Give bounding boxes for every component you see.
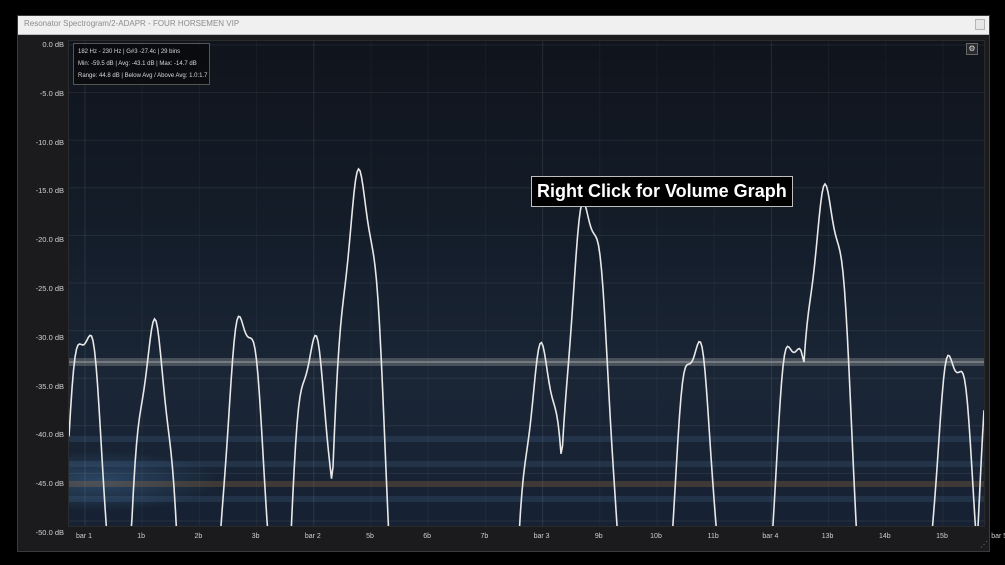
spectrogram-band (69, 461, 984, 467)
x-axis-label: 6b (423, 533, 432, 540)
x-axis-label: 1b (137, 533, 146, 540)
x-axis-label: 3b (251, 533, 260, 540)
y-axis-label: -20.0 dB (35, 235, 64, 245)
title-bar[interactable]: Resonator Spectrogram/2-ADAPR - FOUR HOR… (18, 16, 989, 35)
spectrogram-band (69, 481, 984, 487)
x-axis-label: bar 4 (762, 533, 779, 540)
x-axis-label: 5b (366, 533, 374, 540)
y-axis-label: -35.0 dB (35, 381, 64, 391)
spectrogram-plot[interactable] (68, 40, 985, 527)
y-axis-labels: 0.0 dB -5.0 dB -10.0 dB -15.0 dB -20.0 dB -25… (18, 16, 68, 551)
volume-curve (69, 167, 984, 526)
close-button[interactable] (975, 19, 985, 30)
y-axis-label: -30.0 dB (35, 332, 64, 342)
x-axis-label: bar 3 (533, 533, 550, 540)
y-axis-label: -25.0 dB (35, 284, 64, 293)
x-axis-label: 10b (650, 533, 662, 540)
x-axis-label: 14b (878, 533, 891, 540)
y-axis-label: 0.0 dB (42, 40, 64, 49)
x-axis-label: bar 2 (304, 533, 321, 540)
spectrogram-window: Resonator Spectrogram/2-ADAPR - FOUR HOR… (17, 15, 1005, 552)
info-range-line: Range: 44.8 dB | Below Avg / Above Avg: … (78, 73, 208, 79)
settings-gear-icon[interactable]: ⚙ (966, 43, 978, 55)
x-axis-label: bar 1 (76, 533, 92, 540)
volume-graph (69, 41, 984, 526)
resize-grip-icon[interactable]: ⋰ (980, 541, 988, 549)
y-axis-label: -45.0 dB (35, 479, 64, 489)
x-axis-label: 11b (707, 533, 719, 540)
x-axis-label: 13b (821, 533, 834, 540)
x-axis-label: 2b (194, 533, 203, 540)
info-panel: 182 Hz - 230 Hz | G#3 -27.4c | 29 bins M… (73, 43, 210, 85)
x-axis-label: 7b (480, 533, 489, 540)
volume-graph-tooltip: Right Click for Volume Graph (531, 176, 793, 207)
y-axis-label: -10.0 dB (35, 137, 64, 147)
spectrogram-band (69, 496, 984, 502)
y-axis-label: -40.0 dB (35, 430, 64, 440)
x-axis-label: 9b (594, 533, 603, 540)
y-axis-label: -15.0 dB (35, 186, 64, 196)
spectrogram-band (69, 436, 984, 442)
info-level-line: Min: -59.5 dB | Avg: -43.1 dB | Max: -14… (78, 61, 197, 67)
x-axis-labels: bar 1 1b 2b 3b bar 2 5b 6b 7b bar 3 9b 10b 11b bar 4… (68, 530, 1005, 544)
info-frequency-line: 182 Hz - 230 Hz | G#3 -27.4c | 29 bins (78, 49, 181, 55)
x-axis-label: bar 5 (991, 533, 1005, 540)
x-axis-label: 15b (936, 533, 948, 540)
y-axis-label: -5.0 dB (39, 88, 64, 98)
y-axis-label: -50.0 dB (35, 528, 64, 537)
